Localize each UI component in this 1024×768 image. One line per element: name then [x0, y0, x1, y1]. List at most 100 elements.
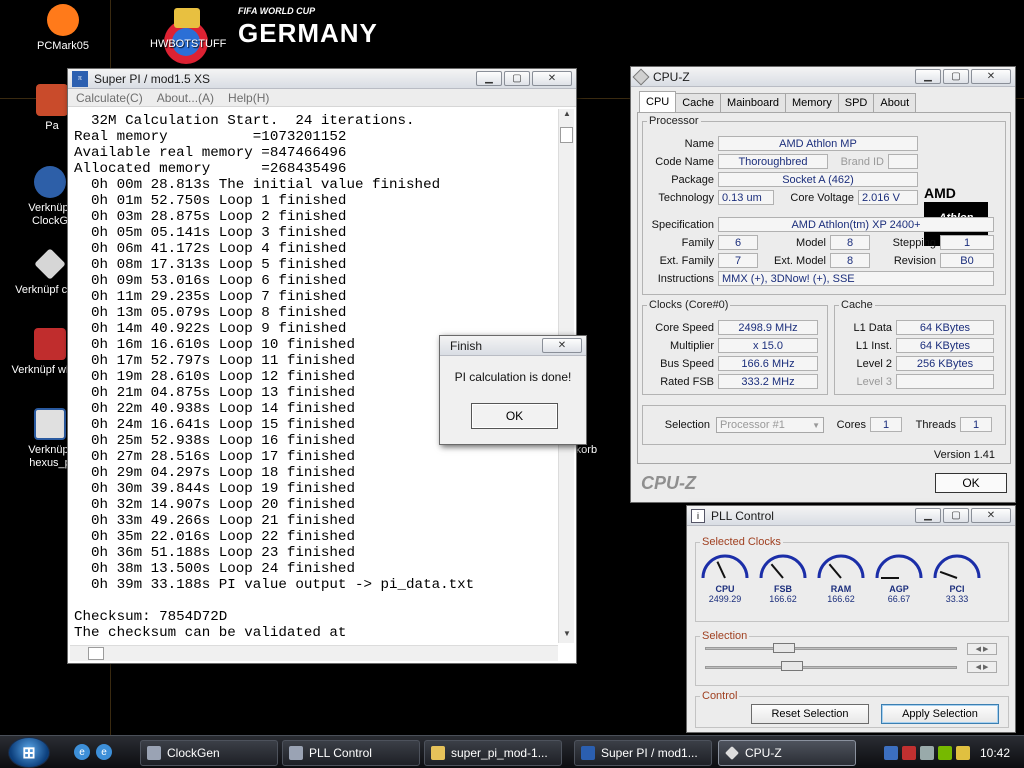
security-icon[interactable] [901, 745, 916, 760]
clock-dial-ram[interactable]: RAM 166.62 [815, 548, 867, 604]
clock[interactable]: 10:42 [980, 746, 1010, 760]
extmodel-label: Ext. Model [774, 255, 826, 267]
minimize-button[interactable]: ▁ [915, 508, 941, 523]
brandid-value [888, 154, 918, 169]
package-value: Socket A (462) [718, 172, 918, 187]
level2-label: Level 2 [856, 358, 892, 370]
minimize-button[interactable]: ▁ [915, 69, 941, 84]
family-label: Family [681, 237, 714, 249]
tab-spd[interactable]: SPD [837, 93, 875, 112]
ok-button[interactable]: OK [935, 473, 1007, 493]
start-button[interactable]: ⊞ [8, 737, 50, 768]
scroll-thumb[interactable] [88, 647, 104, 660]
dialog-title: Finish [450, 338, 483, 353]
corespeed-value: 2498.9 MHz [718, 320, 818, 335]
selection-group: Selection [695, 630, 1009, 686]
worldcup-logo[interactable]: FIFA WORLD CUP GERMANY HWBOTSTUFF [150, 2, 380, 68]
threads-label: Threads [915, 419, 956, 431]
desktop-icon-pcmark[interactable]: PCMark05 [18, 4, 108, 53]
tab-about[interactable]: About [873, 93, 917, 112]
version-label: Version 1.41 [933, 449, 995, 461]
taskbar-item-label: super_pi_mod-1... [451, 746, 548, 760]
taskbar-item-cpuz[interactable]: CPU-Z [718, 740, 856, 766]
ok-button[interactable]: OK [471, 403, 558, 429]
wprime-icon [34, 328, 66, 360]
group-legend: Control [702, 690, 738, 702]
corespeed-label: Core Speed [655, 322, 714, 334]
tab-cache[interactable]: Cache [675, 93, 722, 112]
cpuz-window: CPU-Z ▁ ▢ ✕ CPU Cache Mainboard Memory S… [630, 66, 1016, 503]
log-line: 0h 32m 14.907s Loop 20 finished [74, 497, 355, 513]
dial-name: RAM [830, 584, 852, 594]
tab-memory[interactable]: Memory [785, 93, 839, 112]
menu-calculate[interactable]: Calculate(C) [76, 91, 143, 105]
internet-explorer-icon[interactable]: e [96, 744, 112, 760]
volume-icon[interactable] [919, 745, 934, 760]
tab-cpu[interactable]: CPU [639, 91, 677, 112]
clock-dial-fsb[interactable]: FSB 166.62 [757, 548, 809, 604]
window-title: PLL Control [711, 508, 774, 523]
apply-selection-button[interactable]: Apply Selection [881, 704, 999, 724]
superpi-titlebar[interactable]: π Super PI / mod1.5 XS ▁ ▢ ✕ [68, 69, 576, 89]
finish-titlebar[interactable]: Finish ✕ [440, 336, 586, 356]
maximize-button[interactable]: ▢ [943, 508, 969, 523]
network-icon[interactable] [883, 745, 898, 760]
clock-dial-agp[interactable]: AGP 66.67 [873, 548, 925, 604]
ratedfsb-value: 333.2 MHz [718, 374, 818, 389]
taskbar-item-pll-control[interactable]: PLL Control [282, 740, 420, 766]
pll-icon [289, 746, 303, 760]
clock-dial-cpu[interactable]: CPU 2499.29 [699, 548, 751, 604]
stepping-value: 1 [940, 235, 994, 250]
group-legend: Selected Clocks [702, 536, 781, 548]
log-line: 0h 30m 39.844s Loop 19 finished [74, 481, 355, 497]
tray-app-icon[interactable] [955, 745, 970, 760]
pll-titlebar[interactable]: i PLL Control ▁ ▢ ✕ [687, 506, 1015, 526]
horizontal-scrollbar[interactable] [70, 645, 558, 661]
taskbar-item-folder[interactable]: super_pi_mod-1... [424, 740, 562, 766]
superpi-icon: π [72, 70, 88, 87]
menu-bar: Calculate(C) About...(A) Help(H) [68, 89, 576, 107]
dial-value: 166.62 [769, 594, 797, 604]
cpuz-titlebar[interactable]: CPU-Z ▁ ▢ ✕ [631, 67, 1015, 87]
log-line: 0h 01m 52.750s Loop 1 finished [74, 193, 347, 209]
menu-about[interactable]: About...(A) [157, 91, 214, 105]
package-label: Package [671, 174, 714, 186]
log-line: Available real memory =847466496 [74, 145, 347, 161]
multiplier-label: Multiplier [669, 340, 714, 352]
processor-select-value: Processor #1 [720, 419, 785, 431]
close-button[interactable]: ✕ [542, 338, 582, 353]
desktop-icon-label: Verknüpf hexus_p [28, 444, 72, 469]
specification-value: AMD Athlon(tm) XP 2400+ [718, 217, 994, 232]
taskbar-item-label: ClockGen [167, 746, 220, 760]
show-desktop-icon[interactable]: e [74, 744, 90, 760]
minimize-button[interactable]: ▁ [476, 71, 502, 86]
close-button[interactable]: ✕ [971, 508, 1011, 523]
log-line: 0h 35m 22.016s Loop 22 finished [74, 529, 355, 545]
selection-spin-buttons[interactable]: ◀ ▶ [967, 661, 997, 673]
taskbar-item-clockgen[interactable]: ClockGen [140, 740, 278, 766]
menu-help[interactable]: Help(H) [228, 91, 269, 105]
tab-mainboard[interactable]: Mainboard [720, 93, 787, 112]
taskbar-item-superpi[interactable]: Super PI / mod1... [574, 740, 712, 766]
scroll-down-icon[interactable]: ▼ [559, 629, 575, 643]
scroll-thumb[interactable] [560, 127, 573, 143]
maximize-button[interactable]: ▢ [943, 69, 969, 84]
selection-slider-thumb[interactable] [773, 643, 795, 653]
reset-selection-button[interactable]: Reset Selection [751, 704, 869, 724]
busspeed-value: 166.6 MHz [718, 356, 818, 371]
close-button[interactable]: ✕ [971, 69, 1011, 84]
scroll-up-icon[interactable]: ▲ [559, 109, 575, 123]
selection-spin-buttons[interactable]: ◀ ▶ [967, 643, 997, 655]
log-line: 0h 09m 53.016s Loop 6 finished [74, 273, 347, 289]
log-line: 0h 11m 29.235s Loop 7 finished [74, 289, 347, 305]
clock-dial-pci[interactable]: PCI 33.33 [931, 548, 983, 604]
log-line: Real memory =1073201152 [74, 129, 347, 145]
selection-slider-thumb[interactable] [781, 661, 803, 671]
maximize-button[interactable]: ▢ [504, 71, 530, 86]
log-line: Allocated memory =268435496 [74, 161, 347, 177]
pll-control-window: i PLL Control ▁ ▢ ✕ Selected Clocks CPU 2… [686, 505, 1016, 733]
group-legend: Clocks (Core#0) [649, 299, 729, 311]
processor-select[interactable]: Processor #1 ▼ [716, 417, 824, 433]
close-button[interactable]: ✕ [532, 71, 572, 86]
nvidia-icon[interactable] [937, 745, 952, 760]
